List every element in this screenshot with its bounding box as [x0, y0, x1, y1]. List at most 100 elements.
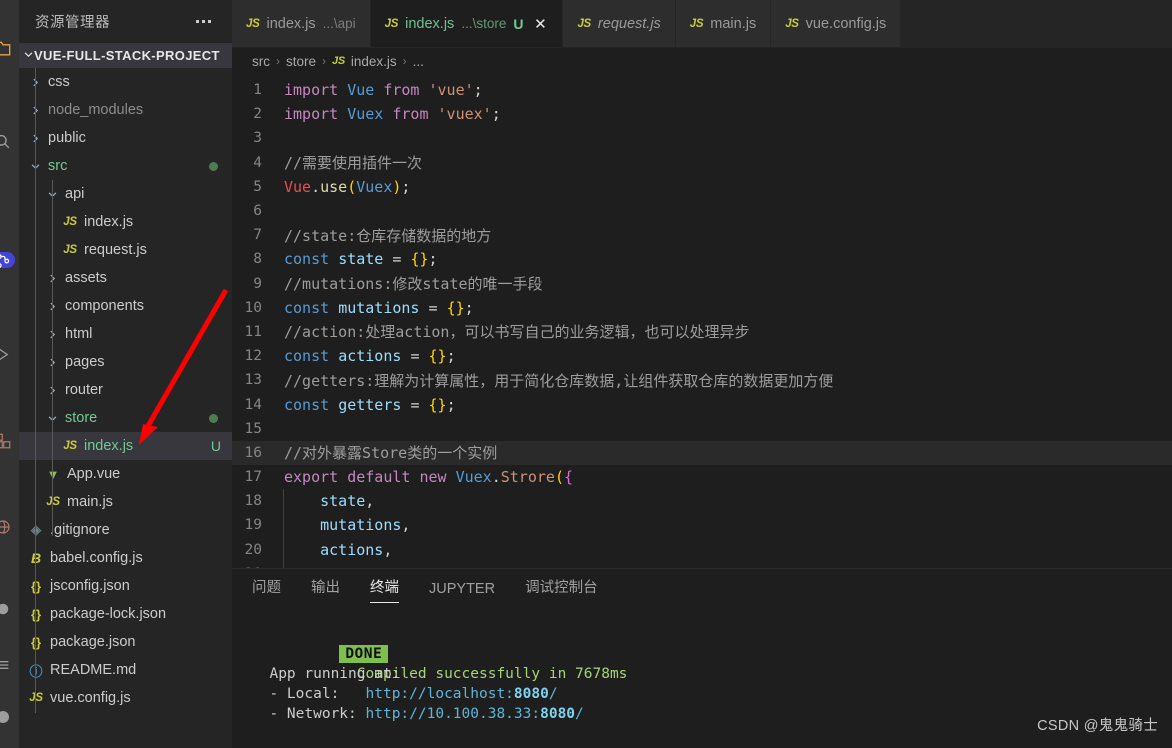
code-line-text: mutations,	[283, 513, 410, 539]
tree-folder-src[interactable]: src	[19, 152, 232, 180]
code-line[interactable]: 11 //action:处理action，可以书写自己的业务逻辑，也可以处理异步	[232, 320, 1172, 344]
info-file-icon: ⓘ	[27, 661, 45, 680]
tree-file-package-lock-json[interactable]: {} package-lock.json	[19, 600, 232, 628]
code-line[interactable]: 19 mutations,	[232, 513, 1172, 539]
line-number: 20	[244, 541, 262, 558]
extensions-icon[interactable]	[0, 424, 19, 457]
editor-tab-index-js-store[interactable]: JS index.js ...\store U ✕	[370, 0, 564, 47]
tree-file-index-js[interactable]: JS index.js U	[19, 432, 232, 460]
tree-file-readme-md[interactable]: ⓘ README.md	[19, 656, 232, 684]
editor-tab-vue-config-js[interactable]: JS vue.config.js	[771, 0, 902, 47]
test-beaker-icon[interactable]	[0, 592, 19, 625]
tree-file-package-json[interactable]: {} package.json	[19, 628, 232, 656]
js-file-icon: JS	[577, 17, 591, 30]
tree-file-index-js[interactable]: JS index.js	[19, 208, 232, 236]
js-file-icon: JS	[246, 17, 260, 30]
hamburger-menu-icon[interactable]	[0, 648, 19, 681]
tree-folder-api[interactable]: api	[19, 180, 232, 208]
code-line[interactable]: 2 import Vuex from 'vuex';	[232, 102, 1172, 126]
breadcrumb[interactable]: src › store › JS index.js ›...	[232, 48, 1172, 74]
breadcrumb-part[interactable]: index.js	[351, 54, 397, 69]
terminal-output[interactable]: DONE Compiled successfully in 7678ms App…	[232, 606, 1172, 748]
git-file-icon: ◈	[31, 522, 41, 537]
tree-folder-store[interactable]: store	[19, 404, 232, 432]
code-line[interactable]: 5 Vue.use(Vuex);	[232, 175, 1172, 199]
tree-file-babel-config-js[interactable]: Bbabel.config.js	[19, 544, 232, 572]
panel-tab-2[interactable]: 输出	[311, 576, 340, 606]
panel-tab-5[interactable]: 调试控制台	[525, 576, 598, 606]
tree-folder-assets[interactable]: assets	[19, 264, 232, 292]
line-number: 10	[244, 299, 262, 316]
editor-tab-main-js[interactable]: JS main.js	[675, 0, 772, 47]
tree-file-app-vue[interactable]: ▼ App.vue	[19, 460, 232, 488]
code-line-text: import Vuex from 'vuex';	[284, 105, 501, 124]
close-icon[interactable]: ✕	[532, 15, 548, 33]
panel-tab-3[interactable]: 终端	[370, 576, 399, 606]
tree-file-jsconfig-json[interactable]: {} jsconfig.json	[19, 572, 232, 600]
sidebar-title-label: 资源管理器	[35, 15, 110, 31]
line-number: 8	[253, 251, 262, 268]
tree-folder-html[interactable]: html	[19, 320, 232, 348]
code-line[interactable]: 6	[232, 199, 1172, 223]
remote-explorer-icon[interactable]	[0, 510, 19, 543]
code-line[interactable]: 17 export default new Vuex.Strore({	[232, 465, 1172, 489]
editor-tab-index-js-api[interactable]: JS index.js ...\api	[232, 0, 371, 47]
search-icon[interactable]	[0, 125, 19, 158]
tree-file-main-js[interactable]: JS main.js	[19, 488, 232, 516]
panel-tab-4[interactable]: JUPYTER	[429, 581, 495, 606]
code-line[interactable]: 3	[232, 126, 1172, 150]
code-line[interactable]: 21 getters	[232, 561, 1172, 568]
tree-file-vue-config-js[interactable]: JS vue.config.js	[19, 684, 232, 712]
json-file-icon: {}	[30, 606, 42, 622]
tab-path: ...\store	[461, 16, 507, 31]
tree-file--gitignore[interactable]: ◈ .gitignore	[19, 516, 232, 544]
tree-folder-pages[interactable]: pages	[19, 348, 232, 376]
code-line[interactable]: 16 //对外暴露Store类的一个实例	[232, 440, 1172, 465]
tree-folder-components[interactable]: components	[19, 292, 232, 320]
code-editor[interactable]: 1 import Vue from 'vue'; 2 import Vuex from…	[232, 74, 1172, 568]
tree-folder-router[interactable]: router	[19, 376, 232, 404]
panel-tab-1[interactable]: 问题	[252, 576, 281, 606]
source-control-icon[interactable]	[0, 244, 19, 277]
tree-item-label: main.js	[67, 494, 113, 510]
file-tree[interactable]: css node_modules public src api JS index.js JS r…	[19, 68, 232, 748]
tree-folder-css[interactable]: css	[19, 68, 232, 96]
indent-guide	[283, 489, 284, 515]
code-line-text: const mutations = {};	[284, 298, 474, 317]
editor-tab-bar[interactable]: JS index.js ...\api JS index.js ...\store U ✕ JS…	[232, 0, 1172, 48]
run-debug-icon[interactable]	[0, 338, 19, 371]
panel-tab-bar[interactable]: 问题 输出 终端 JUPYTER 调试控制台	[232, 569, 1172, 606]
code-line[interactable]: 15	[232, 417, 1172, 441]
breadcrumb-part[interactable]: ...	[413, 54, 424, 69]
code-line[interactable]: 18 state,	[232, 489, 1172, 515]
code-line[interactable]: 7 //state:仓库存储数据的地方	[232, 223, 1172, 247]
breadcrumb-part[interactable]: store	[286, 54, 316, 69]
tab-path: ...\api	[322, 16, 356, 31]
terminal-local-line: - Local: http://localhost:8080/	[252, 686, 558, 702]
more-actions-icon[interactable]	[191, 12, 215, 32]
tree-item-label: index.js	[84, 438, 134, 454]
code-line[interactable]: 14 const getters = {};	[232, 392, 1172, 416]
account-icon[interactable]	[0, 700, 19, 733]
code-line[interactable]: 9 //mutations:修改state的唯一手段	[232, 272, 1172, 296]
tree-folder-node-modules[interactable]: node_modules	[19, 96, 232, 124]
tree-file-request-js[interactable]: JS request.js	[19, 236, 232, 264]
line-number: 9	[253, 275, 262, 292]
line-number: 5	[253, 178, 262, 195]
breadcrumb-part[interactable]: src	[252, 54, 270, 69]
explorer-root-folder[interactable]: VUE-FULL-STACK-PROJECT	[19, 43, 232, 68]
code-line[interactable]: 10 const mutations = {};	[232, 296, 1172, 320]
files-explorer-icon[interactable]	[0, 32, 19, 65]
code-line[interactable]: 4 //需要使用插件一次	[232, 151, 1172, 175]
code-line[interactable]: 12 const actions = {};	[232, 344, 1172, 368]
tree-item-label: request.js	[84, 242, 147, 258]
editor-tab-request-js[interactable]: JS request.js	[563, 0, 676, 47]
code-line[interactable]: 1 import Vue from 'vue';	[232, 78, 1172, 102]
code-line[interactable]: 13 //getters:理解为计算属性，用于简化仓库数据,让组件获取仓库的数据更…	[232, 368, 1172, 392]
code-line[interactable]: 8 const state = {};	[232, 247, 1172, 271]
indent-guide	[283, 513, 284, 539]
code-line[interactable]: 20 actions,	[232, 537, 1172, 563]
tree-folder-public[interactable]: public	[19, 124, 232, 152]
tree-item-label: vue.config.js	[50, 690, 131, 706]
tree-item-label: components	[65, 298, 144, 314]
